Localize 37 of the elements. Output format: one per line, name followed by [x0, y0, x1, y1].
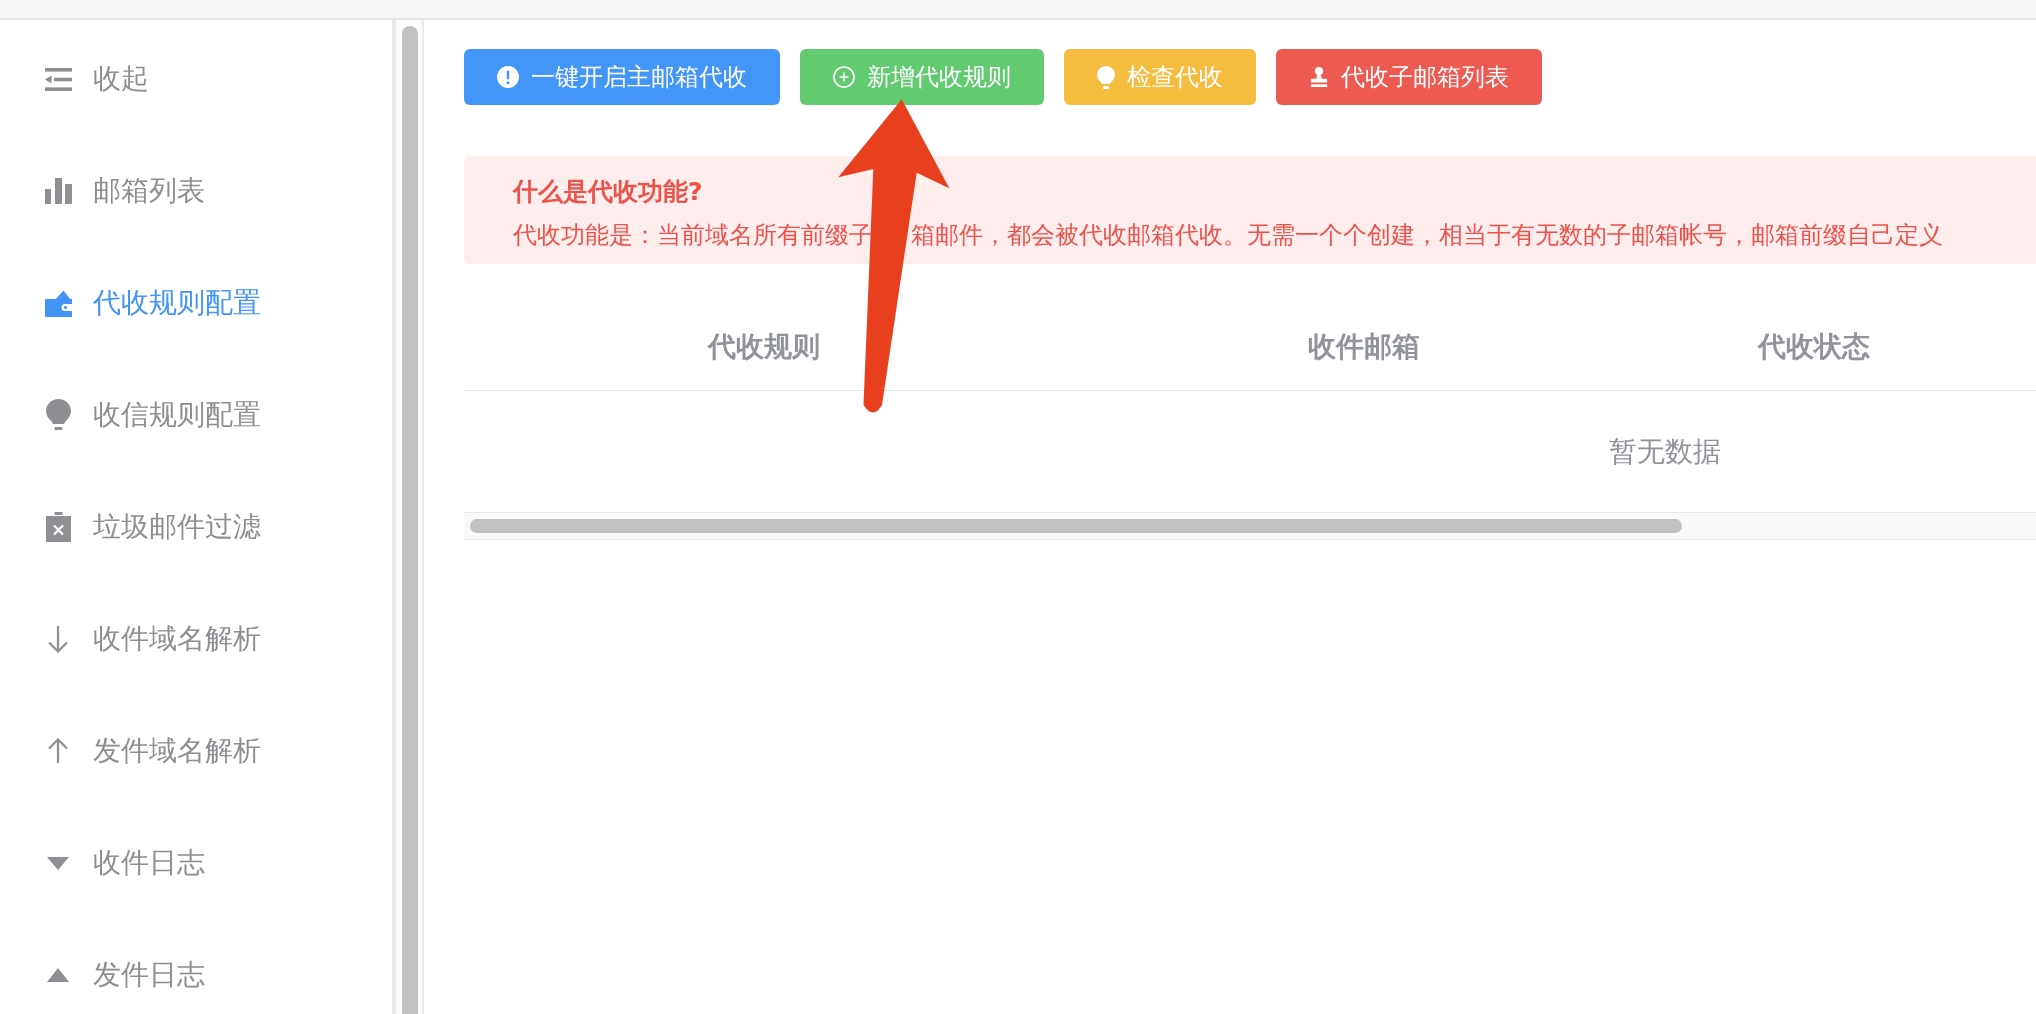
column-header: 收件邮箱: [1307, 328, 1421, 364]
notice-title: 什么是代收功能?: [513, 176, 703, 208]
sub-mailbox-list-button[interactable]: 代收子邮箱列表: [1276, 49, 1542, 105]
up-arrow-icon: [47, 738, 69, 764]
scrollbar-thumb[interactable]: [402, 26, 418, 1014]
sidebar-item[interactable]: 收信规则配置: [0, 359, 392, 471]
lightbulb-icon: [45, 399, 71, 431]
column-header: 代收状态: [1756, 328, 1871, 364]
sidebar-item[interactable]: 垃圾邮件过滤: [0, 471, 392, 583]
lightbulb-icon: [1097, 65, 1115, 89]
sidebar-item[interactable]: 收件域名解析: [0, 583, 392, 695]
add-rule-button[interactable]: 新增代收规则: [800, 49, 1044, 105]
scrollbar-thumb[interactable]: [470, 519, 1682, 533]
empty-table-message: 暂无数据: [1609, 433, 1721, 469]
sidebar-item[interactable]: 邮箱列表: [0, 135, 392, 247]
sidebar-item[interactable]: 收件日志: [0, 807, 392, 919]
scrollbar-track[interactable]: [392, 20, 424, 1014]
caret-up-icon: [47, 968, 69, 982]
enable-main-mailbox-button[interactable]: 一键开启主邮箱代收: [464, 49, 780, 105]
plus-circle-icon: [833, 66, 855, 88]
sidebar-item[interactable]: 发件域名解析: [0, 695, 392, 807]
scrollbar-track[interactable]: [464, 512, 2036, 540]
bar-chart-icon: [44, 178, 72, 204]
exclamation-circle-icon: [497, 66, 519, 88]
wallet-icon: [44, 289, 72, 317]
clipboard-x-icon: [45, 512, 71, 542]
notice-text: 代收功能是：当前域名所有前缀子: [513, 220, 873, 250]
fold-menu-icon: [44, 67, 72, 91]
check-forwarding-button[interactable]: 检查代收: [1064, 49, 1256, 105]
sidebar-item[interactable]: 收起: [0, 23, 392, 135]
notice-text: 箱邮件，都会被代收邮箱代收。无需一个个创建，相当于有无数的子邮箱帐号，邮箱前缀自己定义: [911, 220, 1943, 250]
sidebar-item[interactable]: 代收规则配置: [0, 247, 392, 359]
stamp-icon: [1309, 67, 1329, 87]
sidebar-item[interactable]: 发件日志: [0, 919, 392, 1014]
column-header: 代收规则: [706, 328, 821, 364]
down-arrow-icon: [47, 625, 69, 653]
caret-down-icon: [47, 856, 69, 870]
